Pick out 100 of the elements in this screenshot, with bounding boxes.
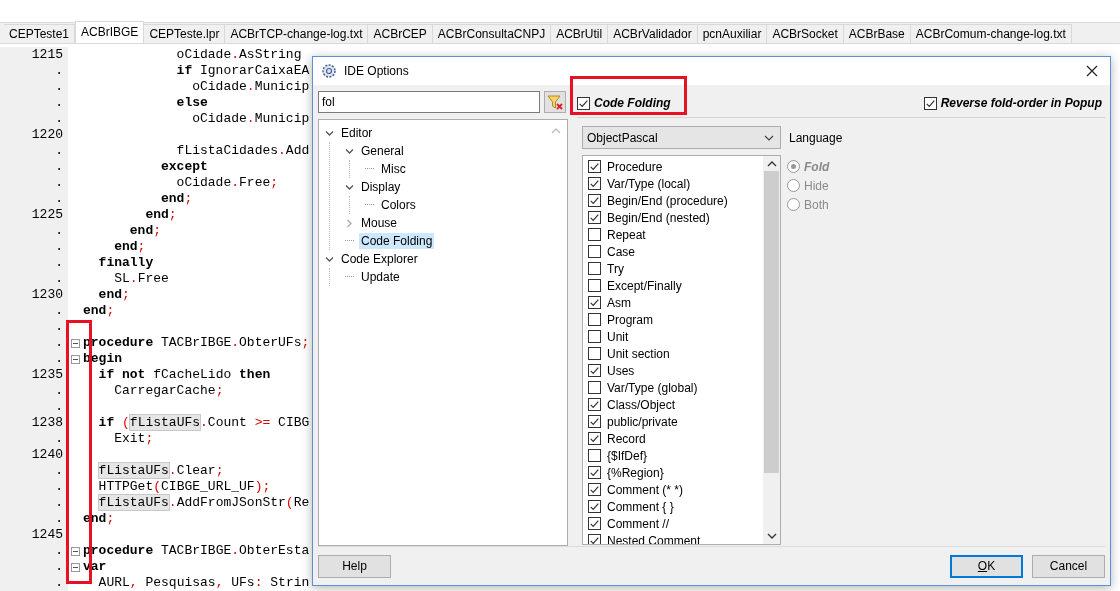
line-number: 1238 [0,415,68,431]
checkbox[interactable] [588,449,601,462]
checkbox[interactable] [588,432,601,445]
editor-tab[interactable]: ACBrSocket [767,24,844,43]
tree-item[interactable]: Colors [379,197,418,213]
checkbox[interactable] [588,347,601,360]
dialog-title: IDE Options [344,64,409,78]
editor-tab[interactable]: ACBrIBGE [75,21,145,43]
checkbox[interactable] [588,466,601,479]
checkbox-label: public/private [607,414,678,429]
scrollbar[interactable] [763,156,780,544]
line-number: 1245 [0,527,68,543]
checkbox[interactable] [588,330,601,343]
checkbox[interactable] [588,364,601,377]
tree-item[interactable]: Code Folding [359,233,435,249]
editor-tab[interactable]: ACBrCEP [368,24,433,43]
editor-tab[interactable]: CEPTeste.lpr [144,24,226,43]
checkbox[interactable] [588,500,601,513]
checkbox-label: Try [607,261,624,276]
radio-label: Both [804,197,829,212]
collapse-icon[interactable] [71,546,80,556]
field-label: Language [789,130,843,145]
scroll-up-icon[interactable] [766,161,777,167]
tree-item[interactable]: Misc [379,161,408,177]
search-field[interactable]: fol [318,91,540,113]
clear-filter-button[interactable] [544,91,566,113]
help-button[interactable]: Help [318,554,391,578]
editor-tab[interactable]: CEPTeste1 [4,24,76,43]
chevron-down-icon[interactable] [345,146,354,156]
line-number: 1230 [0,287,68,303]
editor-tab[interactable]: ACBrUtil [551,24,609,43]
chevron-down-icon[interactable] [325,254,334,264]
checkbox[interactable] [588,160,601,173]
ok-button[interactable]: OK [950,554,1023,578]
editor-tab[interactable]: ACBrValidador [608,24,698,43]
code-line: AURL, Pesquisas, UFs: Strin [97,575,310,591]
code-line: oCidade.Municip [191,79,310,95]
checkbox[interactable] [588,517,601,530]
checkbox-label: Nested Comment [607,533,701,544]
checkbox[interactable] [923,96,937,110]
editor-tab[interactable]: ACBrConsultaCNPJ [432,24,552,43]
checkbox[interactable] [588,415,601,428]
editor-tab[interactable]: pcnAuxiliar [697,24,768,43]
checkbox[interactable] [588,381,601,394]
code-line: end; [128,223,162,239]
line-number: . [0,223,68,239]
checkbox[interactable] [588,296,601,309]
line-number: 1235 [0,367,68,383]
line-number: . [0,111,68,127]
line-number: . [0,143,68,159]
code-line: Exit; [113,431,154,447]
line-number: . [0,63,68,79]
checkbox[interactable] [588,279,601,292]
checkbox-label: Uses [607,363,635,378]
close-icon[interactable] [1086,65,1098,77]
checkbox-label: Reverse fold-order in Popup [940,96,1102,110]
tree-item[interactable]: Editor [339,125,375,141]
tree-item[interactable]: Display [359,179,403,195]
tree-item[interactable]: Mouse [359,215,400,231]
checkbox[interactable] [577,96,590,110]
collapse-icon[interactable] [71,562,80,572]
editor-tab[interactable]: ACBrComum-change-log.txt [910,24,1072,43]
checkbox-label: Record [607,431,646,446]
checkbox-label: Comment (* *) [607,482,683,497]
checkbox[interactable] [588,398,601,411]
line-number: . [0,575,68,591]
checkbox[interactable] [588,262,601,275]
scroll-down-icon[interactable] [766,533,777,539]
line-number: . [0,271,68,287]
editor-tab[interactable]: ACBrTCP-change-log.txt [225,24,369,43]
caret-down-icon [764,134,774,141]
checkbox[interactable] [588,313,601,326]
checkbox[interactable] [588,534,601,544]
checkbox[interactable] [588,483,601,496]
checkbox[interactable] [588,245,601,258]
editor-tab[interactable]: ACBrBase [843,24,911,43]
chevron-down-icon[interactable] [325,128,334,138]
checkbox-label: Unit section [607,346,670,361]
code-line: oCidade.AsString [175,47,302,63]
checkbox-label: Var/Type (global) [607,380,698,395]
collapse-icon[interactable] [71,354,80,364]
chevron-down-icon[interactable] [345,182,354,192]
tree-item[interactable]: Update [359,269,402,285]
checkbox[interactable] [588,177,601,190]
code-line: end; [160,191,193,207]
code-line: oCidade.Free; [175,175,279,191]
checkbox[interactable] [588,194,601,207]
checkbox[interactable] [588,228,601,241]
tree-item[interactable]: Code Explorer [339,251,420,267]
language-dropdown[interactable]: ObjectPascal [582,126,781,149]
checkbox-label: Case [607,244,635,259]
line-number: . [0,463,68,479]
cancel-button[interactable]: Cancel [1032,554,1105,578]
checkbox-label: Asm [607,295,631,310]
radio-label: Hide [804,178,829,193]
line-number: . [0,511,68,527]
tree-item[interactable]: General [359,143,406,159]
checkbox[interactable] [588,211,601,224]
collapse-icon[interactable] [71,338,80,348]
line-number: . [0,479,68,495]
